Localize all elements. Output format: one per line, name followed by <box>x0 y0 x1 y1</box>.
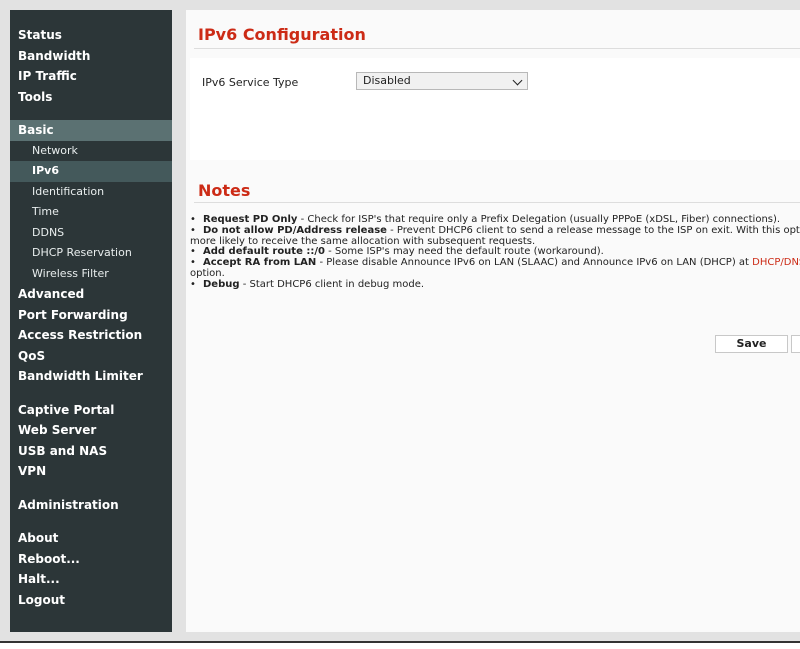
note-term: Request PD Only <box>203 214 298 225</box>
nav-ip-traffic[interactable]: IP Traffic <box>10 66 172 87</box>
nav-basic[interactable]: Basic <box>10 120 172 141</box>
note-text: - Please disable Announce IPv6 on LAN (S… <box>316 257 753 269</box>
nav-sub-network[interactable]: Network <box>10 141 172 162</box>
notes-divider <box>194 202 800 203</box>
note-term: Do not allow PD/Address release <box>203 224 387 236</box>
nav-usb-and-nas[interactable]: USB and NAS <box>10 441 172 462</box>
note-item: Debug - Start DHCP6 client in debug mode… <box>188 278 800 291</box>
chevron-down-icon <box>512 75 523 86</box>
main-content: IPv6 Configuration IPv6 Service Type Dis… <box>186 10 800 632</box>
nav-qos[interactable]: QoS <box>10 346 172 367</box>
notes-list: Request PD Only - Check for ISP's that r… <box>188 214 800 291</box>
note-text: - Start DHCP6 client in debug mode. <box>239 278 425 290</box>
cancel-button[interactable] <box>791 335 800 353</box>
note-item: Do not allow PD/Address release - Preven… <box>188 224 800 248</box>
note-term: Debug <box>203 278 240 290</box>
nav-sub-ipv6[interactable]: IPv6 <box>10 161 172 182</box>
service-type-label: IPv6 Service Type <box>202 76 299 89</box>
nav-halt[interactable]: Halt... <box>10 569 172 590</box>
nav-sub-identification[interactable]: Identification <box>10 182 172 203</box>
dhcp-dns-link[interactable]: DHCP/DNS <box>752 257 800 268</box>
page-title: IPv6 Configuration <box>198 25 366 44</box>
nav-logout[interactable]: Logout <box>10 590 172 611</box>
sidebar-nav: Status Bandwidth IP Traffic Tools Basic … <box>10 10 172 632</box>
nav-about[interactable]: About <box>10 528 172 549</box>
note-text-cont: option. <box>190 267 225 279</box>
note-text: - Some ISP's may need the default route … <box>324 246 604 258</box>
nav-status[interactable]: Status <box>10 25 172 46</box>
nav-captive-portal[interactable]: Captive Portal <box>10 400 172 421</box>
note-text: - Prevent DHCP6 client to send a release… <box>386 224 800 236</box>
nav-tools[interactable]: Tools <box>10 87 172 108</box>
ipv6-config-panel: IPv6 Service Type Disabled <box>190 58 800 160</box>
nav-sub-time[interactable]: Time <box>10 202 172 223</box>
nav-sub-dhcp-reservation[interactable]: DHCP Reservation <box>10 243 172 264</box>
note-text: - Check for ISP's that require only a Pr… <box>297 214 781 225</box>
service-type-value: Disabled <box>363 74 411 87</box>
nav-reboot[interactable]: Reboot... <box>10 549 172 570</box>
note-item: Accept RA from LAN - Please disable Anno… <box>188 257 800 280</box>
nav-bandwidth-limiter[interactable]: Bandwidth Limiter <box>10 366 172 387</box>
note-term: Accept RA from LAN <box>203 257 317 269</box>
nav-advanced[interactable]: Advanced <box>10 284 172 305</box>
nav-sub-ddns[interactable]: DDNS <box>10 223 172 244</box>
service-type-select[interactable]: Disabled <box>356 72 528 90</box>
note-term: Add default route ::/0 <box>203 246 325 258</box>
notes-title: Notes <box>198 181 251 200</box>
nav-port-forwarding[interactable]: Port Forwarding <box>10 305 172 326</box>
title-divider <box>194 48 800 49</box>
save-button[interactable]: Save <box>715 335 788 353</box>
nav-administration[interactable]: Administration <box>10 495 172 516</box>
nav-access-restriction[interactable]: Access Restriction <box>10 325 172 346</box>
nav-bandwidth[interactable]: Bandwidth <box>10 46 172 67</box>
nav-web-server[interactable]: Web Server <box>10 420 172 441</box>
nav-sub-wireless-filter[interactable]: Wireless Filter <box>10 264 172 285</box>
bottom-bar <box>0 641 800 649</box>
nav-vpn[interactable]: VPN <box>10 461 172 482</box>
note-text-cont: more likely to receive the same allocati… <box>190 235 536 247</box>
